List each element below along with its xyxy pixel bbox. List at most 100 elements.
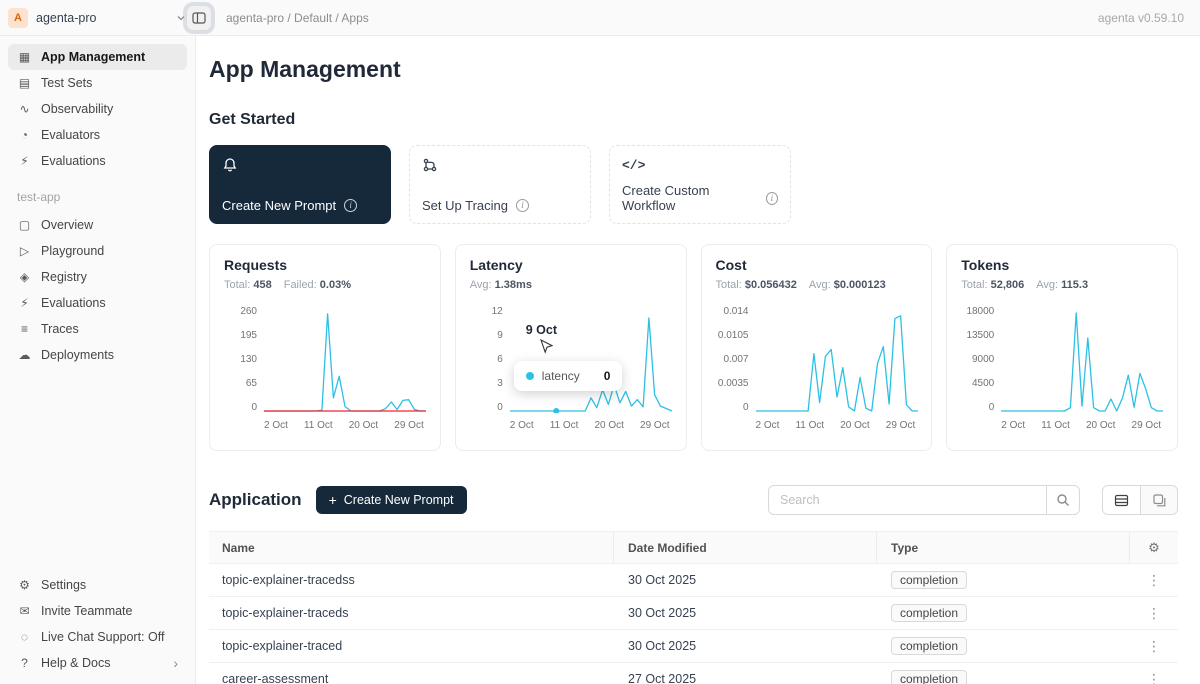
sidebar-item-settings[interactable]: ⚙Settings xyxy=(8,572,187,598)
get-started-card-set-up-tracing[interactable]: Set Up Tracing i xyxy=(409,145,591,224)
info-icon[interactable]: i xyxy=(344,199,357,212)
sidebar-item-label: Evaluations xyxy=(41,296,106,310)
metric: Avg: 1.38ms xyxy=(470,279,532,291)
info-icon[interactable]: i xyxy=(766,192,778,205)
invite-teammate-icon: ✉ xyxy=(17,604,32,618)
y-tick-label: 3 xyxy=(497,379,503,389)
table-row[interactable]: topic-explainer-traced30 Oct 2025complet… xyxy=(209,630,1178,663)
sidebar-item-label: Evaluators xyxy=(41,128,100,142)
get-started-card-create-new-prompt[interactable]: Create New Prompt i xyxy=(209,145,391,224)
get-started-card-label: Create Custom Workflow xyxy=(622,183,758,213)
metric-label: Avg: xyxy=(809,279,834,291)
sidebar-item-evaluations[interactable]: ⚡Evaluations xyxy=(8,290,187,316)
stat-card-metrics: Total: 458 Failed: 0.03% xyxy=(224,279,426,291)
sidebar-item-observability[interactable]: ∿Observability xyxy=(8,96,187,122)
settings-icon: ⚙ xyxy=(17,578,32,592)
x-tick-label: 29 Oct xyxy=(640,420,669,431)
metric-value: $0.056432 xyxy=(745,279,797,291)
get-started-cards: Create New PromptiSet Up Tracingi</>Crea… xyxy=(209,145,1178,224)
sidebar-item-app-management[interactable]: ▦ App Management xyxy=(8,44,187,70)
metric-label: Total: xyxy=(961,279,990,291)
stat-card-tokens: TokensTotal: 52,806Avg: 115.318000135009… xyxy=(946,244,1178,451)
sparkline-chart xyxy=(264,307,426,413)
sidebar-item-deployments[interactable]: ☁Deployments xyxy=(8,342,187,368)
test-sets-icon: ▤ xyxy=(17,76,32,90)
y-tick-label: 65 xyxy=(246,379,257,389)
sidebar-item-label: Help & Docs xyxy=(41,656,110,670)
sidebar-item-traces[interactable]: ≡Traces xyxy=(8,316,187,342)
sidebar-item-test-sets[interactable]: ▤ Test Sets xyxy=(8,70,187,96)
metric: Failed: 0.03% xyxy=(284,279,351,291)
x-tick-label: 29 Oct xyxy=(1132,420,1161,431)
y-tick-label: 195 xyxy=(240,331,257,341)
table-settings-gear-icon[interactable]: ⚙ xyxy=(1148,540,1160,556)
row-menu-button[interactable]: ⋮ xyxy=(1141,638,1167,655)
row-menu-button[interactable]: ⋮ xyxy=(1141,572,1167,589)
sidebar-item-overview[interactable]: ▢Overview xyxy=(8,212,187,238)
registry-icon: ◈ xyxy=(17,270,32,284)
table-view-button[interactable] xyxy=(1103,486,1140,514)
sidebar-item-live-chat-support-off[interactable]: ◌Live Chat Support: Off xyxy=(8,624,187,650)
sidebar-item-help-docs[interactable]: ?Help & Docs› xyxy=(8,650,187,676)
sidebar-item-playground[interactable]: ▷ Playground xyxy=(8,238,187,264)
sidebar-main-nav: ▦ App Management ▤ Test Sets ∿Observability◔… xyxy=(8,44,187,174)
search-input[interactable] xyxy=(768,485,1046,515)
info-icon[interactable]: i xyxy=(516,199,529,212)
traces-icon: ≡ xyxy=(17,322,32,336)
playground-icon: ▷ xyxy=(17,244,32,258)
search-group xyxy=(768,485,1080,515)
sidebar-item-label: Test Sets xyxy=(41,76,92,90)
stat-card-requests: RequestsTotal: 458Failed: 0.03%260195130… xyxy=(209,244,441,451)
table-row[interactable]: topic-explainer-tracedss30 Oct 2025compl… xyxy=(209,564,1178,597)
x-tick-label: 20 Oct xyxy=(349,420,378,431)
app-management-icon: ▦ xyxy=(17,50,32,64)
y-axis-labels: 129630 xyxy=(470,307,510,413)
sidebar-item-label: Playground xyxy=(41,244,104,258)
cell-date-modified: 30 Oct 2025 xyxy=(614,573,877,587)
metric-value: 1.38ms xyxy=(495,279,532,291)
sidebar-item-label: Overview xyxy=(41,218,93,232)
get-started-card-create-custom-workflow[interactable]: </>Create Custom Workflowi xyxy=(609,145,791,224)
view-toggle xyxy=(1102,485,1178,515)
sidebar-item-registry[interactable]: ◈Registry xyxy=(8,264,187,290)
sidebar-item-evaluators[interactable]: ◔Evaluators xyxy=(8,122,187,148)
metric: Avg: 115.3 xyxy=(1036,279,1088,291)
create-new-prompt-button[interactable]: + Create New Prompt xyxy=(316,486,467,514)
workspace-selector[interactable]: A agenta-pro xyxy=(8,8,186,28)
sidebar-item-invite-teammate[interactable]: ✉Invite Teammate xyxy=(8,598,187,624)
get-started-card-label: Create New Prompt xyxy=(222,198,336,213)
sidebar-item-evaluations[interactable]: ⚡Evaluations xyxy=(8,148,187,174)
series-color-dot xyxy=(526,372,534,380)
x-axis-labels: 2 Oct11 Oct20 Oct29 Oct xyxy=(1001,420,1163,431)
evaluations-icon: ⚡ xyxy=(17,154,32,168)
stat-card-title: Latency xyxy=(470,257,672,273)
metric: Total: 52,806 xyxy=(961,279,1024,291)
sidebar-app-section-label: test-app xyxy=(8,174,187,212)
sidebar-item-label: App Management xyxy=(41,50,145,64)
sidebar-footer-nav: ⚙Settings✉Invite Teammate◌Live Chat Supp… xyxy=(8,572,187,676)
get-started-card-label: Set Up Tracing xyxy=(422,198,508,213)
y-tick-label: 0.0035 xyxy=(718,379,749,389)
cell-app-name: topic-explainer-tracedss xyxy=(209,573,614,587)
tooltip-series-label: latency xyxy=(542,369,580,383)
workspace-avatar: A xyxy=(8,8,28,28)
chart-plot xyxy=(1001,307,1163,413)
metric-label: Total: xyxy=(224,279,253,291)
table-row[interactable]: career-assessment27 Oct 2025completion⋮ xyxy=(209,663,1178,684)
metric-label: Avg: xyxy=(470,279,495,291)
table-row[interactable]: topic-explainer-traceds30 Oct 2025comple… xyxy=(209,597,1178,630)
metric-label: Failed: xyxy=(284,279,320,291)
sidebar-app-nav: ▢Overview ▷ Playground ◈Registry⚡Evaluation… xyxy=(8,212,187,368)
sidebar-item-label: Deployments xyxy=(41,348,114,362)
table-header: NameDate ModifiedType⚙ xyxy=(209,531,1178,564)
topbar: A agenta-pro agenta-pro / Default / Apps… xyxy=(0,0,1200,36)
breadcrumb[interactable]: agenta-pro / Default / Apps xyxy=(226,11,369,25)
y-axis-labels: 0.0140.01050.0070.00350 xyxy=(716,307,756,413)
metric-value: 458 xyxy=(253,279,271,291)
metric-value: $0.000123 xyxy=(834,279,886,291)
sidebar-toggle-button[interactable] xyxy=(186,5,212,31)
search-button[interactable] xyxy=(1046,485,1080,515)
row-menu-button[interactable]: ⋮ xyxy=(1141,605,1167,622)
card-view-button[interactable] xyxy=(1140,486,1177,514)
row-menu-button[interactable]: ⋮ xyxy=(1141,671,1167,684)
